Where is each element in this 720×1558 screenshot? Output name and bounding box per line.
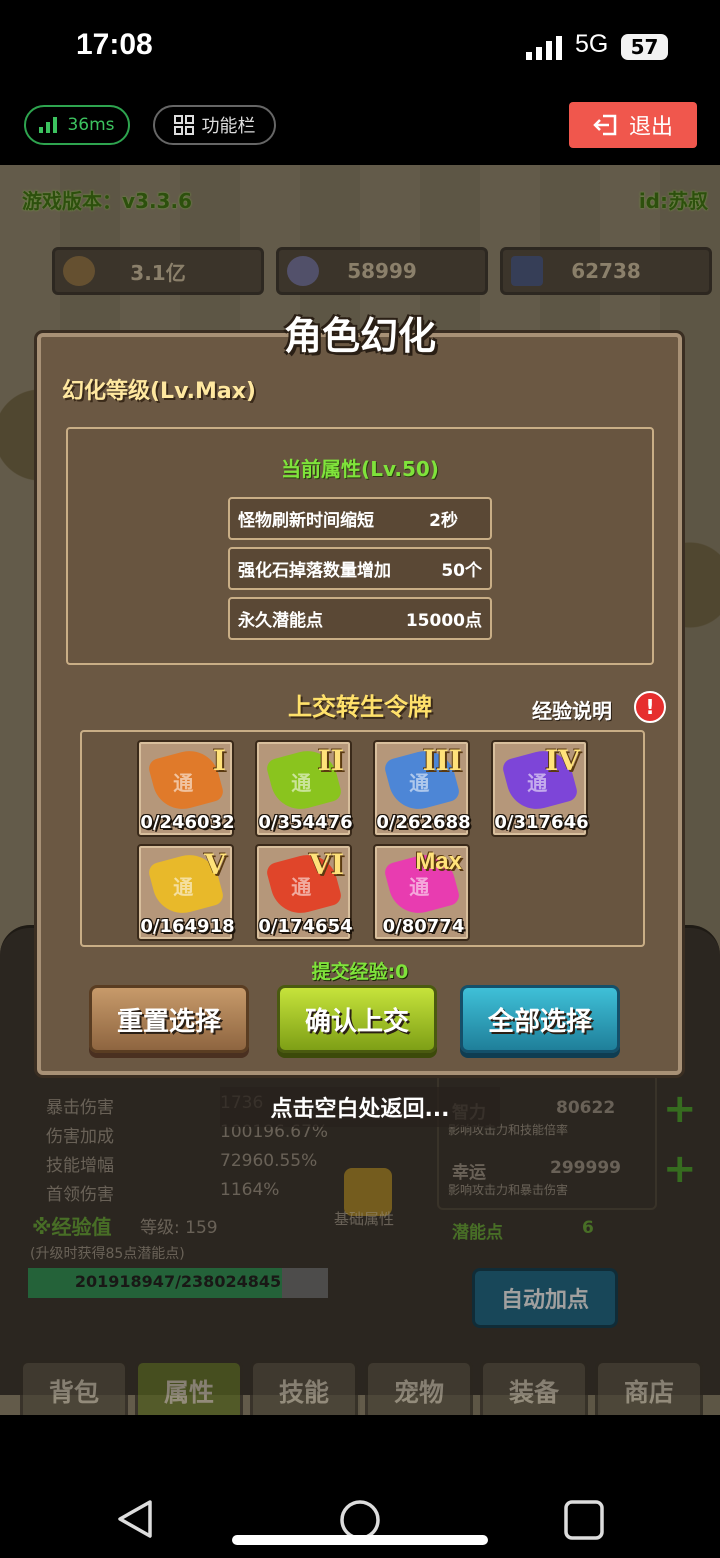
attribute-row: 怪物刷新时间缩短 2秒 xyxy=(228,497,492,540)
token-6[interactable]: 通 VI 0/174654 xyxy=(255,844,353,941)
token-count: 0/246032 xyxy=(140,812,235,833)
exp-explain-link[interactable]: 经验说明 xyxy=(532,695,612,724)
token-2[interactable]: 通 II 0/354476 xyxy=(255,740,353,837)
token-1[interactable]: 通 I 0/246032 xyxy=(137,740,235,837)
reset-selection-button[interactable]: 重置选择 xyxy=(89,985,249,1053)
recents-icon[interactable] xyxy=(563,1499,605,1541)
status-bar: 17:08 5G 57 xyxy=(0,0,720,95)
attribute-row: 永久潜能点 15000点 xyxy=(228,597,492,640)
warning-icon[interactable]: ! xyxy=(634,691,666,723)
attribute-name: 永久潜能点 xyxy=(238,611,323,631)
ping-value: 36ms xyxy=(67,115,115,135)
signal-icon xyxy=(526,36,562,60)
ping-indicator[interactable]: 36ms xyxy=(24,105,130,145)
token-numeral: III xyxy=(422,744,462,777)
home-indicator[interactable] xyxy=(232,1535,488,1545)
submit-exp: 提交经验:0 xyxy=(311,961,409,983)
attribute-row: 强化石掉落数量增加 50个 xyxy=(228,547,492,590)
back-icon[interactable] xyxy=(116,1499,154,1539)
token-numeral: I xyxy=(212,744,226,777)
current-attributes-box: 当前属性(Lv.50) 怪物刷新时间缩短 2秒 强化石掉落数量增加 50个 永久… xyxy=(66,427,654,665)
attribute-value: 50个 xyxy=(441,561,482,581)
select-all-button[interactable]: 全部选择 xyxy=(460,985,620,1053)
token-grid: 通 I 0/246032 通 II 0/354476 通 III 0/26268… xyxy=(80,730,645,947)
confirm-submit-button[interactable]: 确认上交 xyxy=(277,985,437,1053)
token-count: 0/262688 xyxy=(376,812,471,833)
game-view: 游戏版本：v3.3.6 id:苏叔 3.1亿 58999 62738 暴击伤害 … xyxy=(0,165,720,1415)
attribute-name: 怪物刷新时间缩短 xyxy=(238,511,374,531)
token-count: 0/354476 xyxy=(258,812,353,833)
tokens-title: 上交转生令牌 xyxy=(288,693,432,721)
transform-level: 幻化等级(Lv.Max) xyxy=(62,379,256,404)
attribute-name: 强化石掉落数量增加 xyxy=(238,561,391,581)
functions-label: 功能栏 xyxy=(201,116,256,137)
status-time: 17:08 xyxy=(76,28,153,61)
token-count: 0/317646 xyxy=(494,812,589,833)
token-numeral: II xyxy=(317,744,344,777)
dialog-title: 角色幻化 xyxy=(283,314,436,358)
token-count: 0/174654 xyxy=(258,916,353,937)
exit-label: 退出 xyxy=(628,115,673,140)
system-nav-bar xyxy=(0,1415,720,1558)
token-3[interactable]: 通 III 0/262688 xyxy=(373,740,471,837)
token-max[interactable]: 通 Max 0/80774 xyxy=(373,844,470,941)
functions-button[interactable]: 功能栏 xyxy=(153,105,276,145)
token-numeral: Max xyxy=(415,848,462,875)
network-type: 5G xyxy=(575,30,609,58)
exit-icon xyxy=(593,114,617,136)
attribute-value: 2秒 xyxy=(429,511,458,531)
signal-bars-icon xyxy=(39,117,58,133)
battery-icon: 57 xyxy=(621,34,668,60)
token-4[interactable]: 通 IV 0/317646 xyxy=(491,740,589,837)
token-numeral: IV xyxy=(545,744,580,777)
token-count: 0/80774 xyxy=(382,916,465,937)
grid-icon xyxy=(173,115,194,135)
token-count: 0/164918 xyxy=(140,916,235,937)
token-5[interactable]: 通 V 0/164918 xyxy=(137,844,235,941)
token-numeral: V xyxy=(204,848,226,881)
attribute-value: 15000点 xyxy=(405,611,482,631)
token-numeral: VI xyxy=(309,848,344,881)
exit-button[interactable]: 退出 xyxy=(569,102,697,148)
current-attributes-title: 当前属性(Lv.50) xyxy=(281,457,439,481)
tap-to-return-hint: 点击空白处返回... xyxy=(220,1087,500,1127)
